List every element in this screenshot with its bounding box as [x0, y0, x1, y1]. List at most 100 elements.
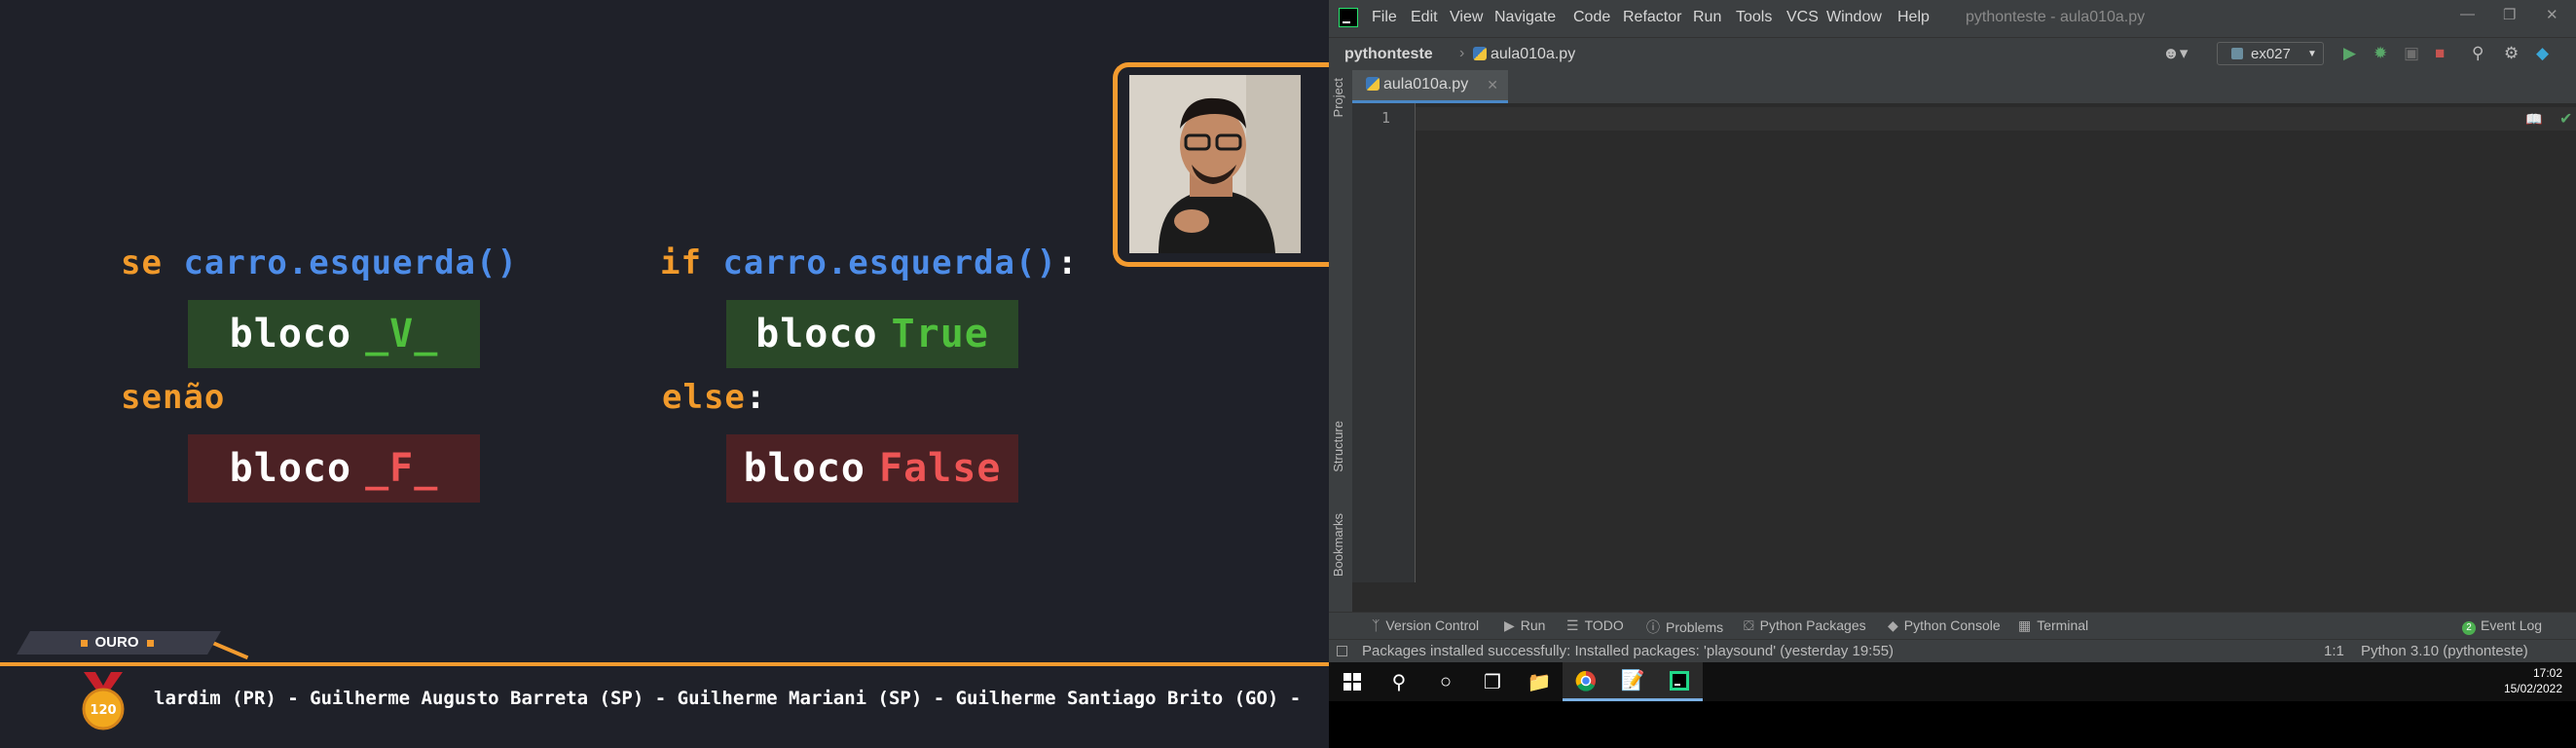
status-bar: Packages installed successfully: Install… — [1329, 639, 2576, 663]
todo-tab[interactable]: ☰ TODO — [1566, 617, 1624, 634]
bookmarks-tool-tab[interactable]: Bookmarks — [1331, 513, 1345, 577]
python-console-tab[interactable]: ◆ Python Console — [1888, 617, 2001, 634]
menu-window[interactable]: Window — [1826, 9, 1882, 26]
pt-false-block: bloco _F_ — [188, 434, 480, 503]
system-clock[interactable]: 17:02 15/02/2022 — [2504, 665, 2562, 696]
pt-else-line: senão — [121, 378, 225, 417]
menu-file[interactable]: File — [1372, 9, 1397, 26]
ticker-tab-text: OURO — [94, 634, 139, 651]
reader-mode-icon[interactable]: 📖 — [2525, 111, 2542, 128]
py-keyword-else: else — [662, 378, 746, 417]
py-true-block: bloco True — [726, 300, 1018, 368]
py-keyword-if: if — [660, 243, 702, 282]
interpreter-selector[interactable]: Python 3.10 (pythonteste) — [2361, 643, 2528, 659]
file-explorer-icon[interactable]: 📁 — [1516, 662, 1563, 701]
menu-view[interactable]: View — [1450, 9, 1483, 26]
menu-vcs[interactable]: VCS — [1786, 9, 1819, 26]
menu-edit[interactable]: Edit — [1411, 9, 1438, 26]
py-call: carro.esquerda() — [722, 243, 1057, 282]
screen-bottom-bar — [1329, 701, 2576, 748]
debug-icon[interactable]: ✹ — [2374, 44, 2387, 63]
breadcrumb-file[interactable]: aula010a.py — [1473, 46, 1575, 63]
ticker-tab-label: OURO — [58, 633, 175, 653]
coverage-icon[interactable]: ▣ — [2404, 44, 2419, 63]
chevron-down-icon: ▼ — [2307, 49, 2317, 59]
windows-start-icon[interactable] — [1329, 662, 1376, 701]
code-editor[interactable]: 📖 ✔ — [1416, 103, 2576, 582]
run-tab[interactable]: ▶ Run — [1504, 617, 1545, 634]
python-console-icon: ◆ — [1888, 617, 1898, 633]
editor-tab-bar: aula010a.py ✕ — [1352, 70, 2576, 104]
python-file-icon — [1366, 77, 1380, 91]
tool-window-bar: ᛉ Version Control ▶ Run ☰ TODO ⓘ Problems ⛋ P… — [1329, 612, 2576, 640]
py-if-line: if carro.esquerda(): — [660, 243, 1078, 282]
clock-time: 17:02 — [2532, 666, 2562, 680]
py-if-colon: : — [1056, 243, 1079, 282]
chrome-icon[interactable] — [1563, 662, 1609, 701]
user-icon[interactable]: ☻▾ — [2162, 44, 2188, 63]
task-view-icon[interactable]: ❐ — [1469, 662, 1516, 701]
gear-icon[interactable]: ⚙ — [2504, 44, 2519, 63]
python-config-icon — [2231, 48, 2243, 59]
project-tool-tab[interactable]: Project — [1331, 78, 1345, 117]
restore-icon[interactable]: ❐ — [2503, 6, 2516, 23]
pt-true-block: bloco _V_ — [188, 300, 480, 368]
run-config-selector[interactable]: ex027 ▼ — [2217, 42, 2324, 65]
pycharm-logo-icon — [1670, 670, 1689, 691]
pt-true-block-value: _V_ — [365, 312, 439, 356]
problems-tab[interactable]: ⓘ Problems — [1646, 617, 1723, 637]
cortana-icon[interactable]: ○ — [1422, 662, 1469, 701]
menu-bar: File Edit View Navigate Code Refactor Ru… — [1329, 0, 2576, 37]
taskbar-search-icon[interactable]: ⚲ — [1376, 662, 1422, 701]
notes-app-icon[interactable]: 📝 — [1609, 662, 1656, 701]
python-packages-tab[interactable]: ⛋ Python Packages — [1744, 617, 1866, 634]
breadcrumb-project[interactable]: pythonteste — [1344, 46, 1433, 63]
todo-label: TODO — [1584, 617, 1624, 633]
inspection-ok-icon: ✔ — [2559, 111, 2573, 128]
current-line-highlight — [1416, 107, 2576, 131]
branch-icon: ᛉ — [1372, 617, 1380, 633]
editor-tab-label: aula010a.py — [1383, 76, 1469, 93]
ticker-divider — [0, 662, 1329, 666]
menu-run[interactable]: Run — [1693, 9, 1721, 26]
menu-refactor[interactable]: Refactor — [1623, 9, 1681, 26]
line-number: 1 — [1381, 109, 1391, 127]
stop-icon[interactable]: ■ — [2435, 44, 2445, 63]
ticker-dot-icon — [146, 639, 154, 647]
breadcrumb-separator-icon: › — [1459, 45, 1465, 61]
editor-tab[interactable]: aula010a.py ✕ — [1352, 70, 1508, 103]
py-true-block-word: bloco — [755, 312, 878, 356]
python-console-label: Python Console — [1903, 617, 2001, 633]
list-icon: ☰ — [1566, 617, 1579, 633]
medal-number: 120 — [90, 703, 116, 718]
close-window-icon[interactable]: ✕ — [2546, 6, 2558, 23]
pt-true-block-word: bloco — [229, 312, 352, 356]
event-log-tab[interactable]: 2 Event Log — [2462, 617, 2542, 635]
jetbrains-toolbox-icon[interactable]: ◆ — [2536, 44, 2549, 63]
pycharm-logo-icon — [1339, 8, 1358, 27]
menu-code[interactable]: Code — [1573, 9, 1610, 26]
close-tab-icon[interactable]: ✕ — [1487, 70, 1498, 99]
pycharm-taskbar-icon[interactable] — [1656, 662, 1703, 701]
ticker-text: lardim (PR) - Guilherme Augusto Barreta … — [154, 688, 1302, 709]
menu-navigate[interactable]: Navigate — [1494, 9, 1556, 26]
clock-date: 15/02/2022 — [2503, 682, 2562, 695]
menu-tools[interactable]: Tools — [1736, 9, 1772, 26]
event-log-label: Event Log — [2481, 617, 2543, 633]
ticker-dot-icon — [80, 639, 88, 647]
menu-help[interactable]: Help — [1897, 9, 1930, 26]
py-else-colon: : — [745, 378, 767, 417]
tool-windows-toggle-icon[interactable] — [1337, 646, 1347, 656]
breadcrumb-file-label: aula010a.py — [1490, 46, 1576, 62]
run-icon[interactable]: ▶ — [2343, 44, 2356, 63]
minimize-icon[interactable]: — — [2460, 6, 2475, 22]
run-config-label: ex027 — [2251, 46, 2291, 62]
version-control-tab[interactable]: ᛉ Version Control — [1372, 617, 1479, 633]
terminal-tab[interactable]: ▦ Terminal — [2018, 617, 2088, 634]
navigation-bar: pythonteste › aula010a.py ☻▾ ex027 ▼ ▶ ✹… — [1329, 37, 2576, 71]
search-icon[interactable]: ⚲ — [2472, 44, 2484, 63]
structure-tool-tab[interactable]: Structure — [1331, 421, 1345, 472]
caret-position[interactable]: 1:1 — [2324, 643, 2344, 659]
pt-false-block-value: _F_ — [365, 446, 439, 491]
status-message[interactable]: Packages installed successfully: Install… — [1362, 643, 1894, 659]
